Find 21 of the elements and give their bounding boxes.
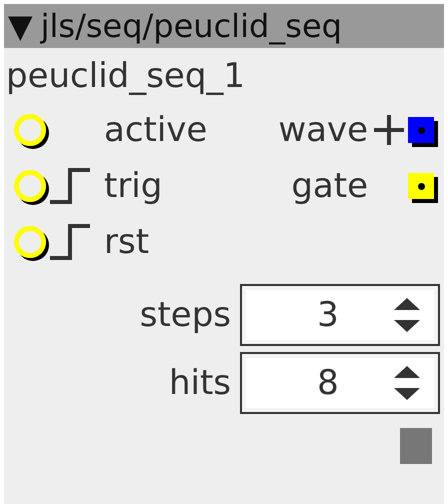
number-spinner[interactable]: 8 (240, 352, 440, 414)
trigger-icon (48, 222, 92, 262)
instance-name: peuclid_seq_1 (5, 55, 246, 98)
outlet-label: wave (278, 110, 369, 150)
inlet-jack[interactable] (14, 170, 46, 202)
inlet-label: active (104, 110, 208, 150)
parameter-label: steps (140, 295, 232, 335)
outlet-label: gate (291, 166, 369, 206)
collapse-button[interactable]: ▼ (8, 7, 33, 45)
object-title: jls/seq/peuclid_seq (40, 7, 342, 45)
status-block (400, 428, 432, 464)
outlet-jack[interactable] (408, 173, 434, 199)
up-down-arrows-icon[interactable] (394, 296, 420, 334)
number-spinner[interactable]: 3 (240, 284, 440, 346)
parameter-label: hits (168, 363, 232, 403)
trigger-icon (48, 166, 92, 206)
up-down-arrows-icon[interactable] (394, 364, 420, 402)
inlet-jack[interactable] (14, 226, 46, 258)
inlet-jack[interactable] (14, 114, 46, 146)
inlet-label: trig (104, 166, 164, 206)
inlet-label: rst (104, 222, 150, 262)
